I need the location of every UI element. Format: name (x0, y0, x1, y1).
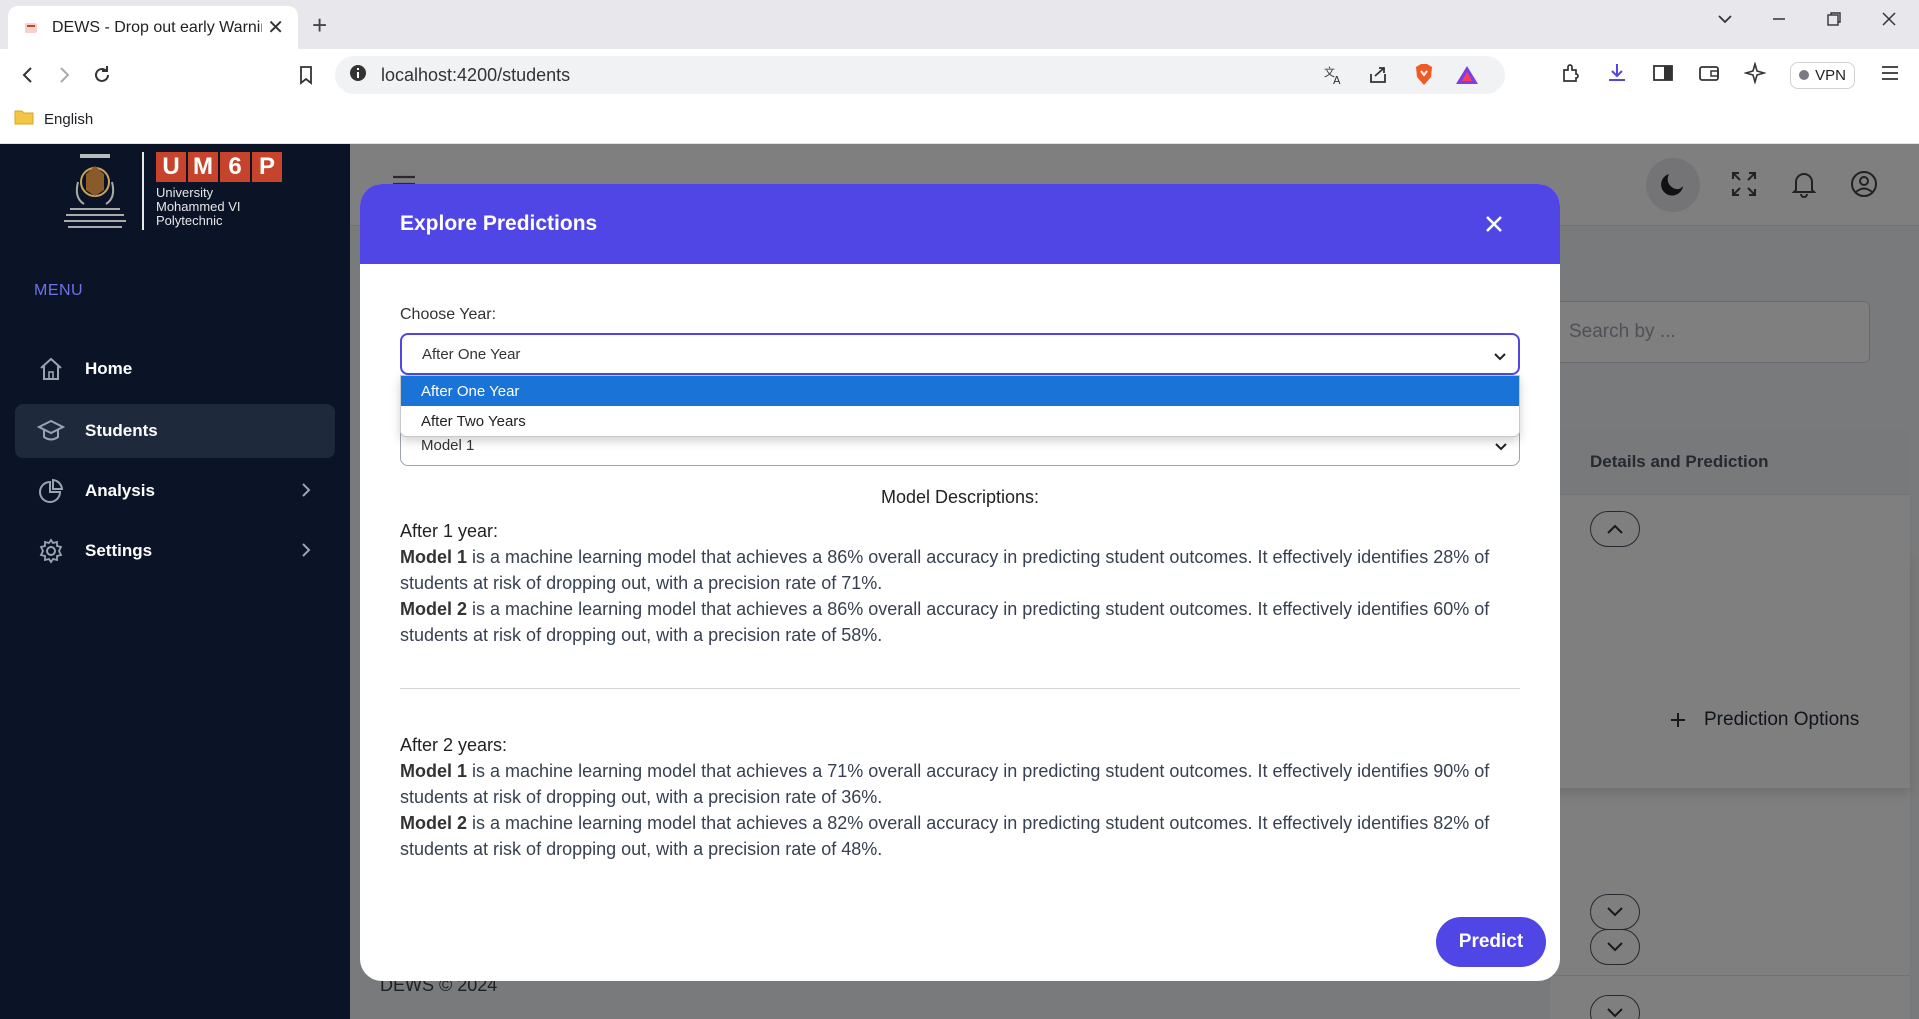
home-icon (37, 355, 65, 383)
model-name: Model 2 (400, 599, 468, 619)
um6p-wordmark: U M 6 P (156, 152, 282, 182)
after-two-years-model-2-description: Model 2 is a machine learning model that… (400, 810, 1525, 862)
after-two-years-model-1-description: Model 1 is a machine learning model that… (400, 758, 1525, 810)
pie-chart-icon (37, 477, 65, 505)
after-one-year-model-1-description: Model 1 is a machine learning model that… (400, 544, 1525, 596)
university-name-line: Polytechnic (156, 213, 223, 228)
year-dropdown-list: After One Year After Two Years (400, 375, 1520, 437)
explore-predictions-modal: Explore Predictions Choose Year: After O… (360, 184, 1560, 981)
gear-icon (37, 537, 65, 565)
site-info-icon[interactable] (349, 64, 367, 87)
close-icon[interactable] (1480, 210, 1508, 238)
bookmark-icon[interactable] (292, 61, 320, 89)
browser-menu-icon[interactable] (1879, 62, 1901, 89)
model-name: Model 1 (400, 761, 468, 781)
after-one-year-descriptions: After 1 year: Model 1 is a machine learn… (400, 518, 1525, 648)
reload-icon[interactable] (88, 61, 116, 89)
choose-year-label: Choose Year: (400, 306, 497, 323)
brand-letter: 6 (220, 152, 250, 182)
brave-shields-icon[interactable] (1413, 63, 1435, 92)
sidebar-item-label: Students (85, 421, 158, 440)
predict-button[interactable]: Predict (1436, 917, 1546, 967)
model-description-text: is a machine learning model that achieve… (400, 547, 1490, 593)
url-text: localhost:4200/students (381, 64, 571, 85)
vpn-button[interactable]: VPN (1790, 61, 1855, 89)
browser-tab[interactable]: DEWS - Drop out early Warning ✕ (8, 6, 298, 49)
folder-icon (14, 109, 34, 129)
translate-icon[interactable]: 文A (1323, 64, 1345, 91)
year-select[interactable]: After One Year (400, 333, 1520, 375)
sidebar-toggle-icon[interactable] (1652, 62, 1674, 89)
share-icon[interactable] (1367, 64, 1389, 91)
modal-title: Explore Predictions (400, 212, 598, 235)
sidebar-item-students[interactable]: Students (15, 404, 335, 458)
model-name: Model 1 (400, 547, 468, 567)
sidebar-item-settings[interactable]: Settings (15, 524, 335, 578)
tab-close-icon[interactable]: ✕ (267, 15, 284, 40)
chevron-down-icon (1494, 349, 1506, 366)
year-select-value: After One Year (422, 345, 521, 363)
forward-arrow-icon[interactable] (50, 61, 78, 89)
sidebar-item-label: Home (85, 359, 133, 378)
wallet-icon[interactable] (1698, 62, 1720, 89)
year-option-after-two-years[interactable]: After Two Years (401, 406, 1519, 436)
sidebar-item-label: Analysis (85, 481, 155, 500)
extensions-icon[interactable] (1560, 62, 1582, 89)
brand-letter: U (156, 152, 186, 182)
sidebar-item-analysis[interactable]: Analysis (15, 464, 335, 518)
tab-title: DEWS - Drop out early Warning (52, 18, 262, 36)
svg-text:A: A (1333, 74, 1341, 86)
university-name: University Mohammed VI Polytechnic (156, 186, 282, 228)
menu-section-label: MENU (34, 282, 84, 299)
tab-search-chevron-icon[interactable] (1716, 10, 1734, 34)
modal-header: Explore Predictions (360, 184, 1560, 264)
downloads-icon[interactable] (1606, 62, 1628, 89)
after-one-year-heading: After 1 year: (400, 521, 499, 541)
brand-letter: P (252, 152, 282, 182)
year-option-after-one-year[interactable]: After One Year (401, 376, 1519, 406)
model-name: Model 2 (400, 813, 468, 833)
royal-crest-icon (60, 152, 130, 232)
bookmark-folder-english[interactable]: English (14, 109, 93, 129)
leo-ai-icon[interactable] (1743, 60, 1768, 89)
brave-rewards-icon[interactable] (1455, 65, 1479, 90)
chevron-right-icon (299, 481, 313, 504)
minimize-icon[interactable] (1770, 10, 1788, 34)
sidebar-item-label: Settings (85, 541, 153, 560)
model-description-text: is a machine learning model that achieve… (400, 761, 1490, 807)
bookmarks-bar: English (0, 99, 1919, 144)
chevron-down-icon (1495, 439, 1507, 456)
section-divider (400, 688, 1520, 689)
graduation-cap-icon (37, 417, 65, 445)
back-arrow-icon[interactable] (14, 61, 42, 89)
logo-divider (142, 152, 144, 230)
after-two-years-heading: After 2 years: (400, 735, 508, 755)
browser-tabstrip: DEWS - Drop out early Warning ✕ + (0, 0, 1919, 49)
after-one-year-model-2-description: Model 2 is a machine learning model that… (400, 596, 1525, 648)
university-name-line: University (156, 185, 214, 200)
browser-toolbar: localhost:4200/students 文A VPN (0, 49, 1919, 99)
new-tab-icon[interactable]: + (312, 10, 327, 41)
sidebar-item-home[interactable]: Home (15, 342, 335, 396)
model-descriptions-heading: Model Descriptions: (880, 487, 1040, 507)
brand-letter: M (188, 152, 218, 182)
window-close-icon[interactable] (1880, 10, 1898, 34)
after-two-years-descriptions: After 2 years: Model 1 is a machine lear… (400, 732, 1525, 862)
site-favicon-icon (22, 19, 40, 37)
address-bar[interactable]: localhost:4200/students 文A (335, 56, 1505, 94)
um6p-logo: U M 6 P University Mohammed VI Polytechn… (60, 152, 282, 232)
app-sidebar: U M 6 P University Mohammed VI Polytechn… (0, 144, 350, 1019)
vpn-label: VPN (1815, 66, 1846, 84)
model-description-text: is a machine learning model that achieve… (400, 599, 1490, 645)
university-name-line: Mohammed VI (156, 199, 241, 214)
restore-icon[interactable] (1825, 10, 1843, 34)
bookmark-folder-label: English (44, 110, 94, 128)
model-select-value: Model 1 (421, 436, 475, 454)
model-description-text: is a machine learning model that achieve… (400, 813, 1490, 859)
vpn-status-dot (1799, 70, 1810, 80)
chevron-right-icon (299, 541, 313, 564)
